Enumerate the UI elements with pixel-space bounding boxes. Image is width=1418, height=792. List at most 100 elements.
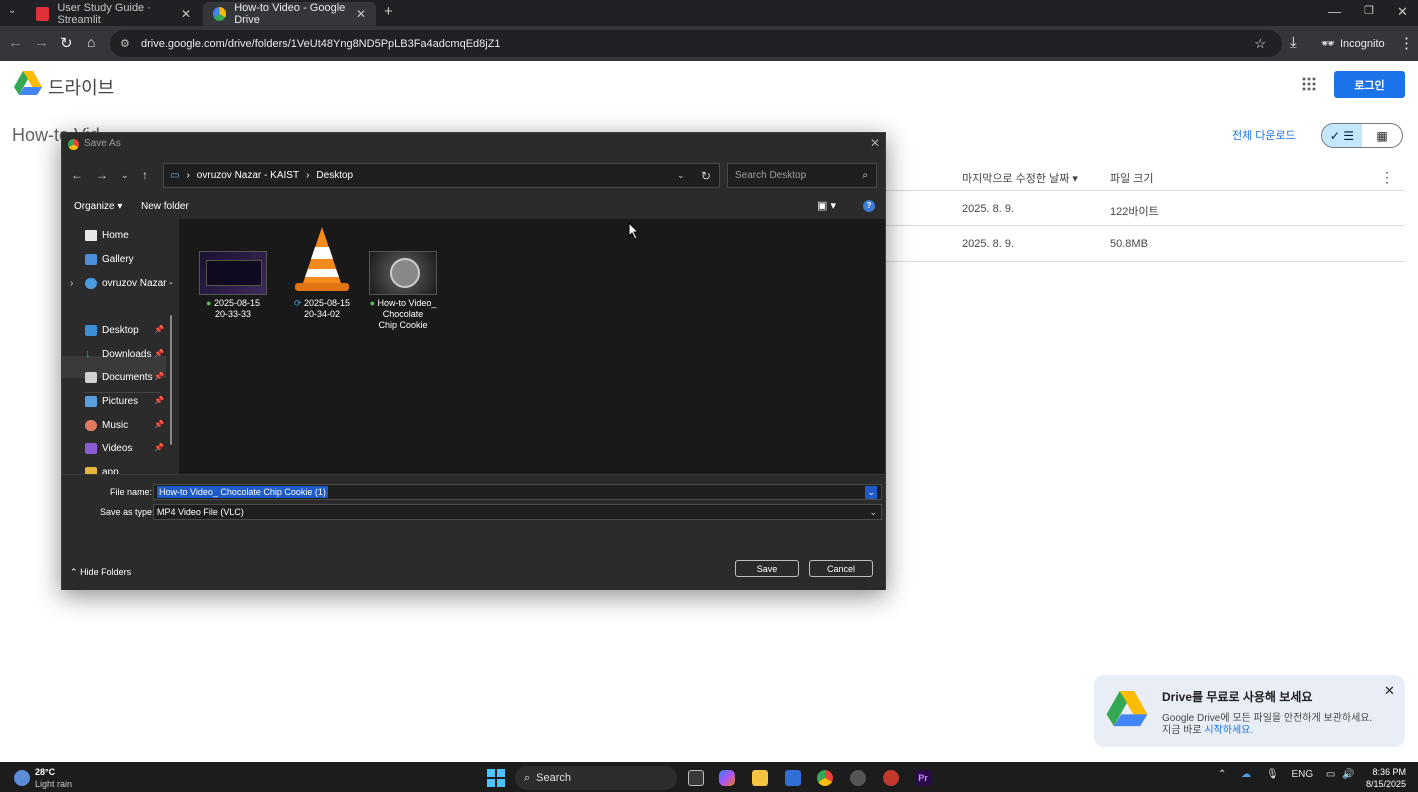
promo-text: 지금 바로 시작하세요. <box>1162 721 1253 736</box>
apps-grid-icon[interactable] <box>1302 77 1316 91</box>
promo-title: Drive를 무료로 사용해 보세요 <box>1162 690 1313 704</box>
dialog-title: Save As <box>84 138 121 149</box>
file-name-label: File name: <box>110 487 153 497</box>
bookmark-star-icon[interactable]: ☆ <box>1254 36 1266 52</box>
cancel-button[interactable]: Cancel <box>809 560 873 577</box>
home-icon[interactable]: ⌂ <box>87 34 95 50</box>
forward-icon[interactable]: → <box>96 168 108 182</box>
vlc-cone-icon <box>295 227 349 291</box>
tab-google-drive[interactable]: How-to Video - Google Drive ✕ <box>203 2 376 26</box>
file-explorer-icon[interactable] <box>752 770 768 786</box>
sidebar-item-label: Gallery <box>102 253 134 265</box>
address-bar[interactable]: ⚙ drive.google.com/drive/folders/1VeUt48… <box>110 30 1282 57</box>
store-icon[interactable] <box>785 770 801 786</box>
pin-icon: 📌 <box>154 420 164 429</box>
maximize-icon[interactable]: ❐ <box>1364 4 1374 17</box>
volume-icon[interactable]: 🔊 <box>1342 769 1354 780</box>
chevron-right-icon: › <box>306 170 310 181</box>
sidebar-item-app[interactable]: app <box>85 462 119 474</box>
onedrive-icon[interactable]: ☁ <box>1241 769 1251 780</box>
promo-text-prefix: 지금 바로 <box>1162 725 1205 736</box>
close-icon[interactable]: ✕ <box>1384 683 1395 699</box>
app-icon[interactable] <box>850 770 866 786</box>
new-folder-button[interactable]: New folder <box>141 201 189 212</box>
navigation-pane: Home Gallery › ovruzov Nazar - Desktop 📌… <box>62 219 178 474</box>
breadcrumb-item[interactable]: Desktop <box>316 170 353 181</box>
temperature: 28°C <box>35 767 56 777</box>
download-icon[interactable]: ⤓ <box>1290 34 1297 51</box>
address-path[interactable]: ▭ › ovruzov Nazar - KAIST › Desktop ⌄ ↻ <box>163 163 720 188</box>
window-close-icon[interactable]: ✕ <box>1397 4 1408 20</box>
promo-link[interactable]: 시작하세요. <box>1204 725 1253 736</box>
list-view-button[interactable]: ✓ ☰ <box>1322 124 1362 147</box>
hide-folders-button[interactable]: ⌃ Hide Folders <box>70 567 131 578</box>
tab-streamlit[interactable]: User Study Guide · Streamlit ✕ <box>26 2 201 26</box>
file-item[interactable]: ⟳ 2025-08-15 20-34-02 <box>284 225 360 320</box>
windows-start-icon[interactable] <box>487 769 505 787</box>
chevron-right-icon[interactable]: › <box>70 278 73 289</box>
chevron-down-icon[interactable]: ⌄ <box>677 170 685 181</box>
back-icon[interactable]: ← <box>71 168 83 182</box>
chevron-down-icon[interactable]: ⌄ <box>865 485 877 499</box>
reload-icon[interactable]: ↻ <box>60 34 73 52</box>
file-name-input[interactable]: How-to Video_ Chocolate Chip Cookie (1) … <box>153 484 882 500</box>
login-button[interactable]: 로그인 <box>1334 71 1405 98</box>
close-icon[interactable]: ✕ <box>870 136 880 150</box>
sidebar-item-home[interactable]: Home <box>85 225 129 245</box>
more-options-icon[interactable]: ⋮ <box>1380 169 1394 186</box>
column-modified-header[interactable]: 마지막으로 수정한 날짜 ▾ <box>962 170 1078 186</box>
sidebar-item-desktop[interactable]: Desktop <box>85 320 139 340</box>
sidebar-item-documents[interactable]: Documents <box>85 367 153 387</box>
back-icon[interactable]: ← <box>8 34 23 51</box>
recorder-icon[interactable] <box>883 770 899 786</box>
sidebar-item-videos[interactable]: Videos <box>85 438 132 458</box>
search-input[interactable]: Search Desktop ⌕ <box>727 163 877 188</box>
view-mode-button[interactable]: ▣ ▾ <box>817 199 836 212</box>
breadcrumb-item[interactable]: ovruzov Nazar - KAIST <box>197 170 299 181</box>
videos-icon <box>85 442 97 454</box>
sidebar-item-onedrive[interactable]: ovruzov Nazar - <box>85 273 173 293</box>
weather-widget[interactable]: 28°C Light rain <box>14 767 94 789</box>
chevron-up-icon[interactable]: ⌃ <box>1218 769 1226 780</box>
chrome-icon[interactable] <box>817 770 833 786</box>
grid-view-button[interactable]: ▦ <box>1362 124 1402 147</box>
save-button[interactable]: Save <box>735 560 799 577</box>
sidebar-item-gallery[interactable]: Gallery <box>85 249 134 269</box>
view-toggle: ✓ ☰ ▦ <box>1321 123 1403 148</box>
column-size-header[interactable]: 파일 크기 <box>1110 170 1154 186</box>
scrollbar[interactable] <box>170 315 172 445</box>
help-icon[interactable]: ? <box>863 200 875 212</box>
site-info-icon[interactable]: ⚙ <box>120 37 130 50</box>
organize-menu[interactable]: Organize ▾ <box>74 201 122 212</box>
minimize-icon[interactable]: — <box>1328 4 1341 19</box>
file-label: ● How-to Video_ <box>365 298 441 309</box>
incognito-indicator[interactable]: 🕶 Incognito <box>1321 31 1385 56</box>
file-item[interactable]: ● How-to Video_ Chocolate Chip Cookie <box>365 251 441 331</box>
close-tab-icon[interactable]: ✕ <box>356 7 366 21</box>
chevron-right-icon: › <box>186 170 190 181</box>
task-view-icon[interactable] <box>688 770 704 786</box>
up-icon[interactable]: ↑ <box>142 168 148 182</box>
taskbar-search[interactable]: ⌕ Search <box>515 766 677 790</box>
sidebar-item-music[interactable]: Music <box>85 415 128 435</box>
close-tab-icon[interactable]: ✕ <box>181 7 191 21</box>
tab-search-icon[interactable]: ⌄ <box>8 5 16 16</box>
sidebar-item-pictures[interactable]: Pictures <box>85 391 138 411</box>
forward-icon[interactable]: → <box>34 34 49 51</box>
premiere-pro-icon[interactable]: Pr <box>915 770 931 786</box>
network-icon[interactable]: ▭ <box>1326 769 1335 780</box>
refresh-icon[interactable]: ↻ <box>701 169 711 183</box>
file-item[interactable]: ● 2025-08-15 20-33-33 <box>195 251 271 320</box>
save-type-select[interactable]: MP4 Video File (VLC) ⌄ <box>153 504 882 520</box>
microphone-icon[interactable]: 🎙 <box>1266 769 1279 780</box>
new-tab-icon[interactable]: + <box>384 3 393 20</box>
clock[interactable]: 8:36 PM 8/15/2025 <box>1364 766 1406 790</box>
download-all-button[interactable]: 전체 다운로드 <box>1232 127 1296 143</box>
sidebar-item-downloads[interactable]: ↓ Downloads <box>85 344 151 364</box>
language-indicator[interactable]: ENG <box>1291 769 1313 780</box>
chevron-down-icon: ▾ <box>117 201 123 212</box>
recent-locations-icon[interactable]: ⌄ <box>121 170 129 181</box>
sidebar-item-label: Home <box>102 229 129 241</box>
copilot-icon[interactable] <box>719 770 735 786</box>
menu-icon[interactable]: ⋮ <box>1399 34 1414 52</box>
